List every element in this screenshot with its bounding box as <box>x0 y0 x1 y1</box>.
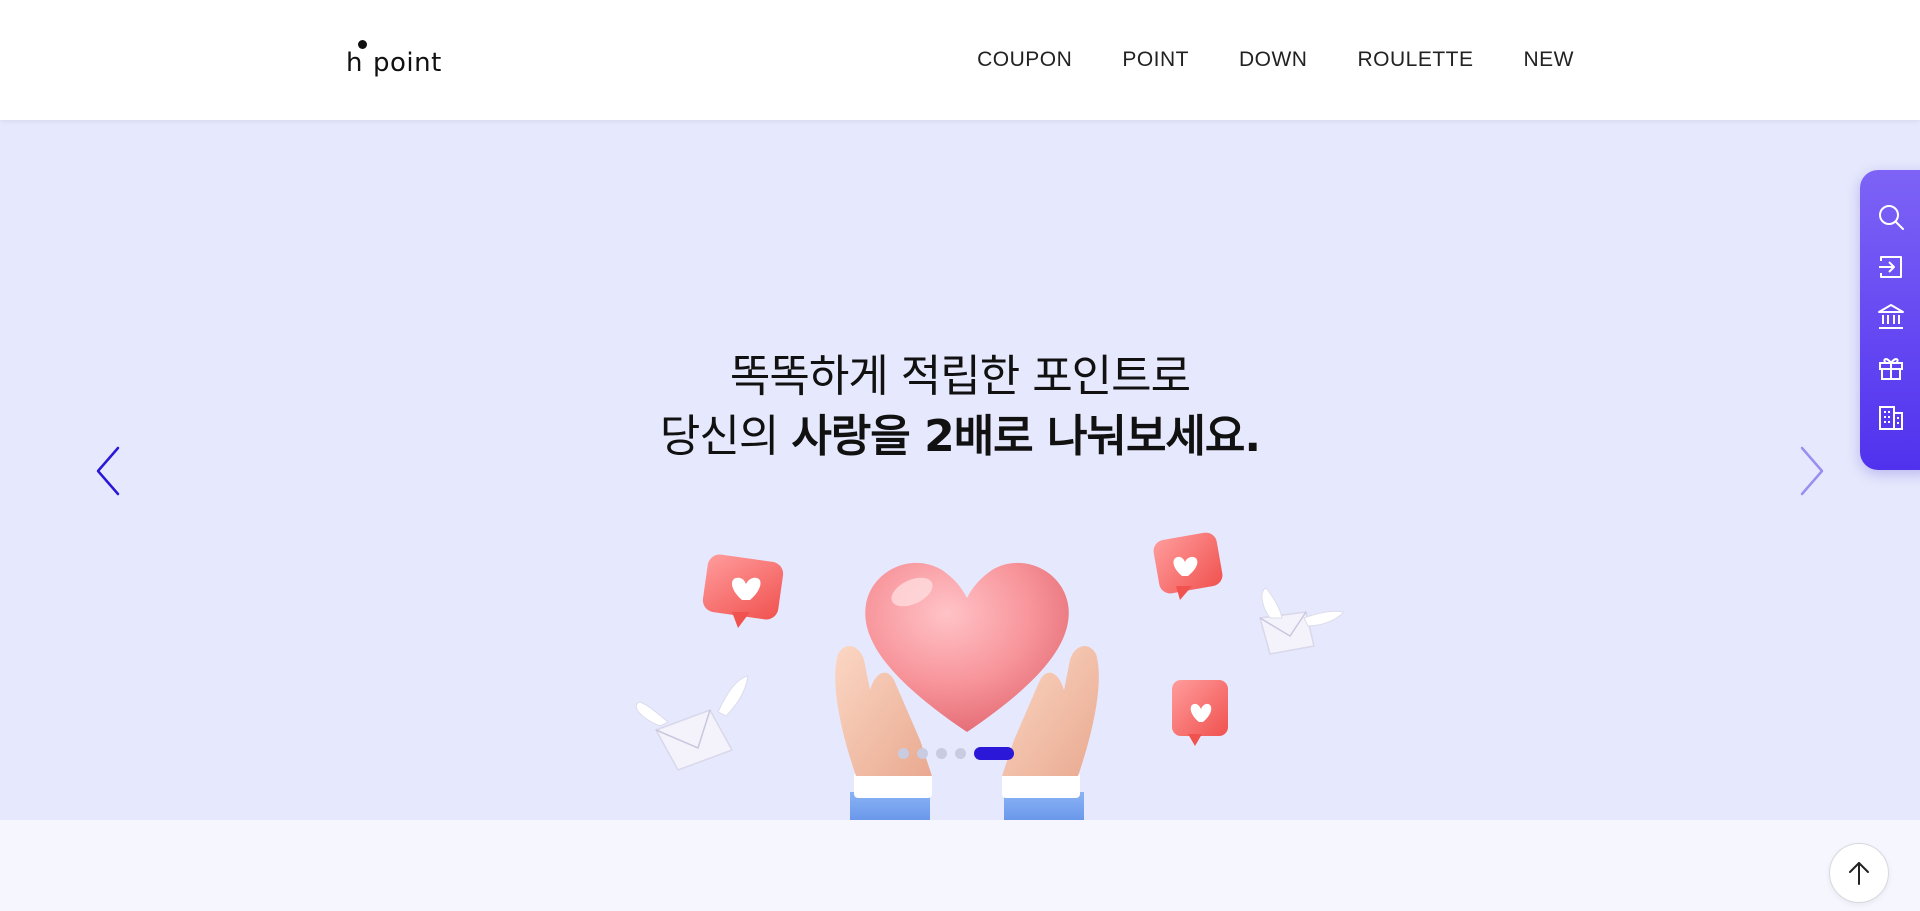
hero-slider: 똑똑하게 적립한 포인트로 당신의 사랑을 2배로 나눠보세요. <box>0 120 1920 820</box>
slide-indicators <box>898 747 1014 760</box>
logo-text: point <box>372 48 442 78</box>
nav-new[interactable]: NEW <box>1524 48 1575 72</box>
logo[interactable]: h point <box>346 40 442 78</box>
logo-dot <box>358 40 367 49</box>
site-header: h point COUPON POINT DOWN ROULETTE NEW <box>0 0 1920 120</box>
next-slide-button[interactable] <box>1790 444 1830 498</box>
nav-down[interactable]: DOWN <box>1239 48 1308 72</box>
prev-slide-button[interactable] <box>90 444 130 498</box>
nav-coupon[interactable]: COUPON <box>977 48 1072 72</box>
slide-dot-1[interactable] <box>898 748 909 759</box>
hero-headline-line2: 당신의 사랑을 2배로 나눠보세요. <box>0 400 1920 464</box>
hero-headline-line1: 똑똑하게 적립한 포인트로 <box>729 351 1191 402</box>
winged-envelope-icon <box>635 675 749 771</box>
slide-dot-3[interactable] <box>936 748 947 759</box>
slide-dot-5-active[interactable] <box>974 747 1014 760</box>
slide-dot-2[interactable] <box>917 748 928 759</box>
scroll-to-top-button[interactable] <box>1829 843 1889 903</box>
search-icon[interactable] <box>1876 202 1906 232</box>
speech-heart-icon <box>1153 532 1223 600</box>
login-icon[interactable] <box>1876 252 1906 282</box>
chevron-left-icon <box>96 446 120 496</box>
slide-dot-4[interactable] <box>955 748 966 759</box>
main-nav: COUPON POINT DOWN ROULETTE NEW <box>977 48 1574 72</box>
building-icon[interactable] <box>1876 402 1906 432</box>
gift-icon[interactable] <box>1876 352 1906 382</box>
hero-illustration <box>635 532 1346 820</box>
chevron-right-icon <box>1800 446 1824 496</box>
nav-point[interactable]: POINT <box>1122 48 1189 72</box>
arrow-up-icon <box>1849 862 1869 885</box>
nav-roulette[interactable]: ROULETTE <box>1357 48 1473 72</box>
speech-heart-icon <box>702 554 784 628</box>
logo-letter: h <box>346 48 363 78</box>
winged-envelope-icon <box>1259 587 1346 655</box>
speech-heart-icon <box>1172 680 1228 746</box>
hero-headline-regular: 당신의 <box>659 411 792 462</box>
hero-headline-bold: 사랑을 2배로 나눠보세요. <box>791 411 1261 462</box>
quick-menu <box>1860 170 1920 470</box>
bank-icon[interactable] <box>1876 302 1906 332</box>
